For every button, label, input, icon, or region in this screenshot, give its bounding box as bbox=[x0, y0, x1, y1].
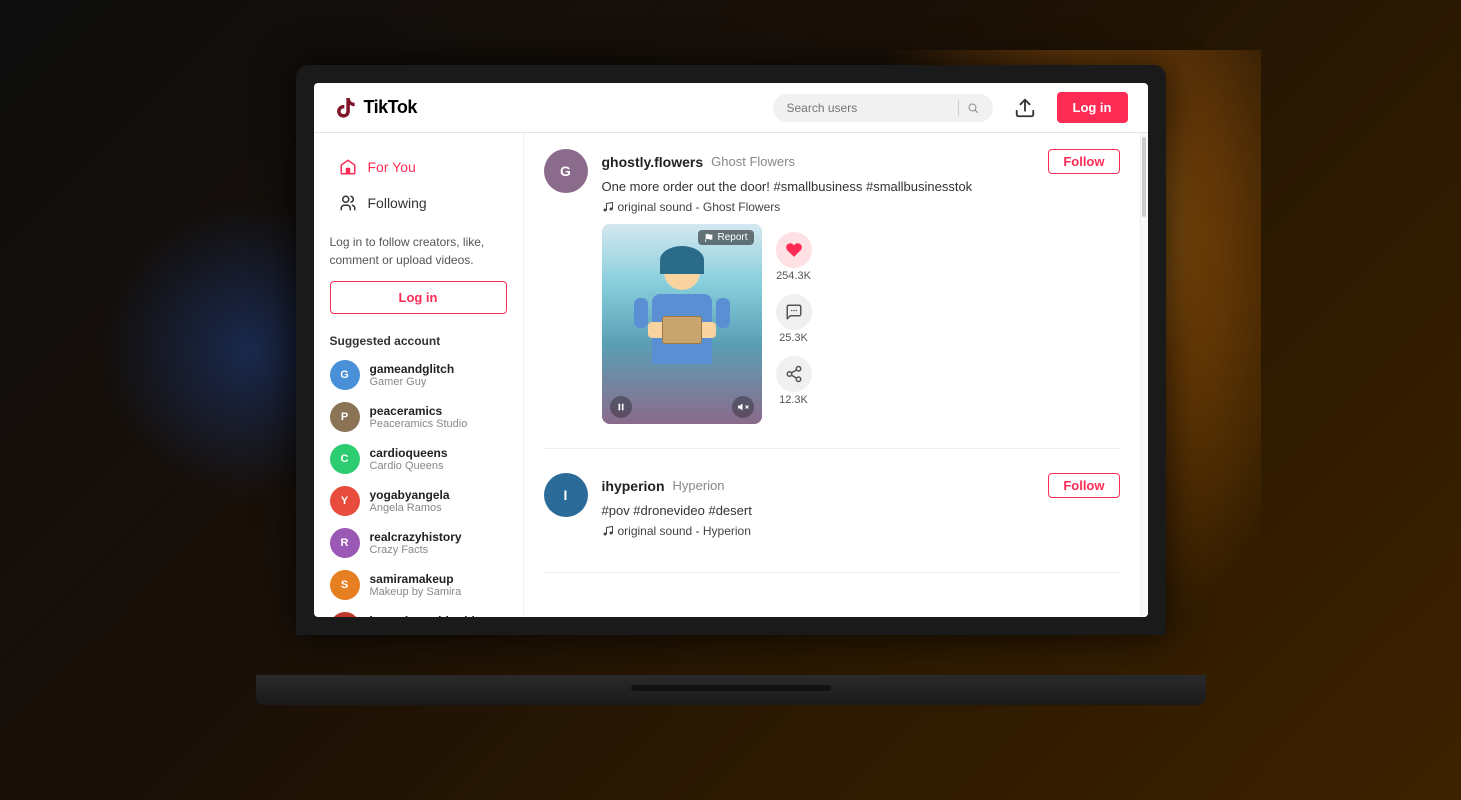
search-icon bbox=[967, 101, 979, 115]
sidebar-item-for-you[interactable]: For You bbox=[322, 149, 515, 185]
suggested-display-1: Peaceramics Studio bbox=[370, 418, 468, 430]
feed-header-post2: ihyperion Hyperion Follow bbox=[602, 473, 1120, 498]
suggested-username-5: samiramakeup bbox=[370, 572, 462, 586]
suggested-item-yogabyangela[interactable]: Y yogabyangela Angela Ramos bbox=[314, 480, 523, 522]
comment-button[interactable]: 25.3K bbox=[776, 294, 812, 344]
suggested-item-baconbrunchbuddy[interactable]: B baconbrunchbuddy Bacon Buddy bbox=[314, 606, 523, 617]
suggested-display-3: Angela Ramos bbox=[370, 502, 450, 514]
suggested-username-4: realcrazyhistory bbox=[370, 530, 462, 544]
share-icon bbox=[785, 365, 803, 383]
feed-header-post1: ghostly.flowers Ghost Flowers Follow bbox=[602, 149, 1120, 174]
pause-button[interactable] bbox=[610, 396, 632, 418]
feed: G ghostly.flowers Ghost Flowers Follow O… bbox=[524, 133, 1140, 617]
avatar-yogabyangela: Y bbox=[330, 486, 360, 516]
comments-count: 25.3K bbox=[779, 332, 808, 344]
tiktok-app: TikTok bbox=[314, 83, 1148, 617]
app-header: TikTok bbox=[314, 83, 1148, 133]
scroll-indicator[interactable] bbox=[1140, 133, 1148, 617]
mute-button[interactable] bbox=[732, 396, 754, 418]
avatar-gameandglitch: G bbox=[330, 360, 360, 390]
video-actions-post1: 254.3K bbox=[776, 224, 812, 424]
feed-item-post2: I ihyperion Hyperion Follow #pov #dronev… bbox=[544, 473, 1120, 573]
search-divider bbox=[958, 100, 959, 116]
suggested-display-4: Crazy Facts bbox=[370, 544, 462, 556]
feed-media-row-post1: Report bbox=[602, 224, 1120, 424]
feed-content-post2: ihyperion Hyperion Follow #pov #dronevid… bbox=[602, 473, 1120, 548]
feed-caption-post2: #pov #dronevideo #desert bbox=[602, 502, 1120, 520]
suggested-item-samiramakeup[interactable]: S samiramakeup Makeup by Samira bbox=[314, 564, 523, 606]
upload-button[interactable] bbox=[1009, 92, 1041, 124]
search-input[interactable] bbox=[787, 101, 950, 115]
report-label: Report bbox=[717, 232, 747, 243]
feed-sound-post2: original sound - Hyperion bbox=[602, 524, 1120, 538]
shares-count: 12.3K bbox=[779, 394, 808, 406]
logo-text: TikTok bbox=[364, 97, 417, 118]
pause-icon bbox=[616, 401, 626, 413]
laptop-base bbox=[256, 675, 1206, 705]
search-container[interactable] bbox=[773, 94, 993, 122]
suggested-title: Suggested account bbox=[314, 322, 523, 354]
suggested-item-realcrazyhistory[interactable]: R realcrazyhistory Crazy Facts bbox=[314, 522, 523, 564]
video-thumbnail-post1[interactable]: Report bbox=[602, 224, 762, 424]
like-button[interactable]: 254.3K bbox=[776, 232, 812, 282]
avatar-peaceramics: P bbox=[330, 402, 360, 432]
sidebar-item-following[interactable]: Following bbox=[322, 185, 515, 221]
feed-item-post1: G ghostly.flowers Ghost Flowers Follow O… bbox=[544, 149, 1120, 449]
suggested-username-3: yogabyangela bbox=[370, 488, 450, 502]
suggested-username-2: cardioqueens bbox=[370, 446, 448, 460]
report-badge[interactable]: Report bbox=[698, 230, 753, 245]
suggested-username-1: peaceramics bbox=[370, 404, 468, 418]
feed-displayname-post2: Hyperion bbox=[673, 478, 725, 493]
suggested-display-5: Makeup by Samira bbox=[370, 586, 462, 598]
for-you-label: For You bbox=[368, 159, 416, 175]
laptop-screen: TikTok bbox=[314, 83, 1148, 617]
avatar-realcrazyhistory: R bbox=[330, 528, 360, 558]
heart-icon bbox=[785, 241, 803, 259]
feed-caption-post1: One more order out the door! #smallbusin… bbox=[602, 178, 1120, 196]
sidebar: For You Following bbox=[314, 133, 524, 617]
suggested-username-6: baconbrunchbuddy bbox=[370, 614, 482, 617]
scroll-thumb bbox=[1142, 137, 1146, 217]
suggested-item-gameandglitch[interactable]: G gameandglitch Gamer Guy bbox=[314, 354, 523, 396]
suggested-item-cardioqueens[interactable]: C cardioqueens Cardio Queens bbox=[314, 438, 523, 480]
feed-username-post1[interactable]: ghostly.flowers bbox=[602, 154, 704, 170]
follow-button-post2[interactable]: Follow bbox=[1048, 473, 1119, 498]
header-login-button[interactable]: Log in bbox=[1057, 92, 1128, 123]
avatar-cardioqueens: C bbox=[330, 444, 360, 474]
suggested-display-2: Cardio Queens bbox=[370, 460, 448, 472]
following-icon bbox=[338, 193, 358, 213]
music-icon-2 bbox=[602, 525, 614, 537]
avatar-baconbrunchbuddy: B bbox=[330, 612, 360, 617]
share-button[interactable]: 12.3K bbox=[776, 356, 812, 406]
tiktok-logo-icon bbox=[334, 96, 358, 120]
feed-content-post1: ghostly.flowers Ghost Flowers Follow One… bbox=[602, 149, 1120, 424]
follow-button-post1[interactable]: Follow bbox=[1048, 149, 1119, 174]
sidebar-login-button[interactable]: Log in bbox=[330, 281, 507, 314]
suggested-username-0: gameandglitch bbox=[370, 362, 455, 376]
suggested-item-peaceramics[interactable]: P peaceramics Peaceramics Studio bbox=[314, 396, 523, 438]
video-controls bbox=[610, 396, 754, 418]
following-label: Following bbox=[368, 195, 427, 211]
avatar-samiramakeup: S bbox=[330, 570, 360, 600]
feed-sound-post1: original sound - Ghost Flowers bbox=[602, 200, 1120, 214]
suggested-display-0: Gamer Guy bbox=[370, 376, 455, 388]
flag-icon bbox=[704, 233, 714, 243]
music-icon bbox=[602, 201, 614, 213]
logo-area: TikTok bbox=[334, 96, 417, 120]
comment-icon bbox=[785, 303, 803, 321]
likes-count: 254.3K bbox=[776, 270, 811, 282]
feed-avatar-post2[interactable]: I bbox=[544, 473, 588, 517]
feed-avatar-post1[interactable]: G bbox=[544, 149, 588, 193]
laptop-wrapper: TikTok bbox=[296, 65, 1166, 705]
feed-username-post2[interactable]: ihyperion bbox=[602, 478, 665, 494]
laptop-bezel: TikTok bbox=[296, 65, 1166, 635]
app-body: For You Following bbox=[314, 133, 1148, 617]
upload-icon bbox=[1014, 97, 1036, 119]
login-prompt: Log in to follow creators, like, comment… bbox=[330, 233, 507, 269]
feed-displayname-post1: Ghost Flowers bbox=[711, 154, 795, 169]
home-icon bbox=[338, 157, 358, 177]
volume-icon bbox=[737, 401, 749, 413]
